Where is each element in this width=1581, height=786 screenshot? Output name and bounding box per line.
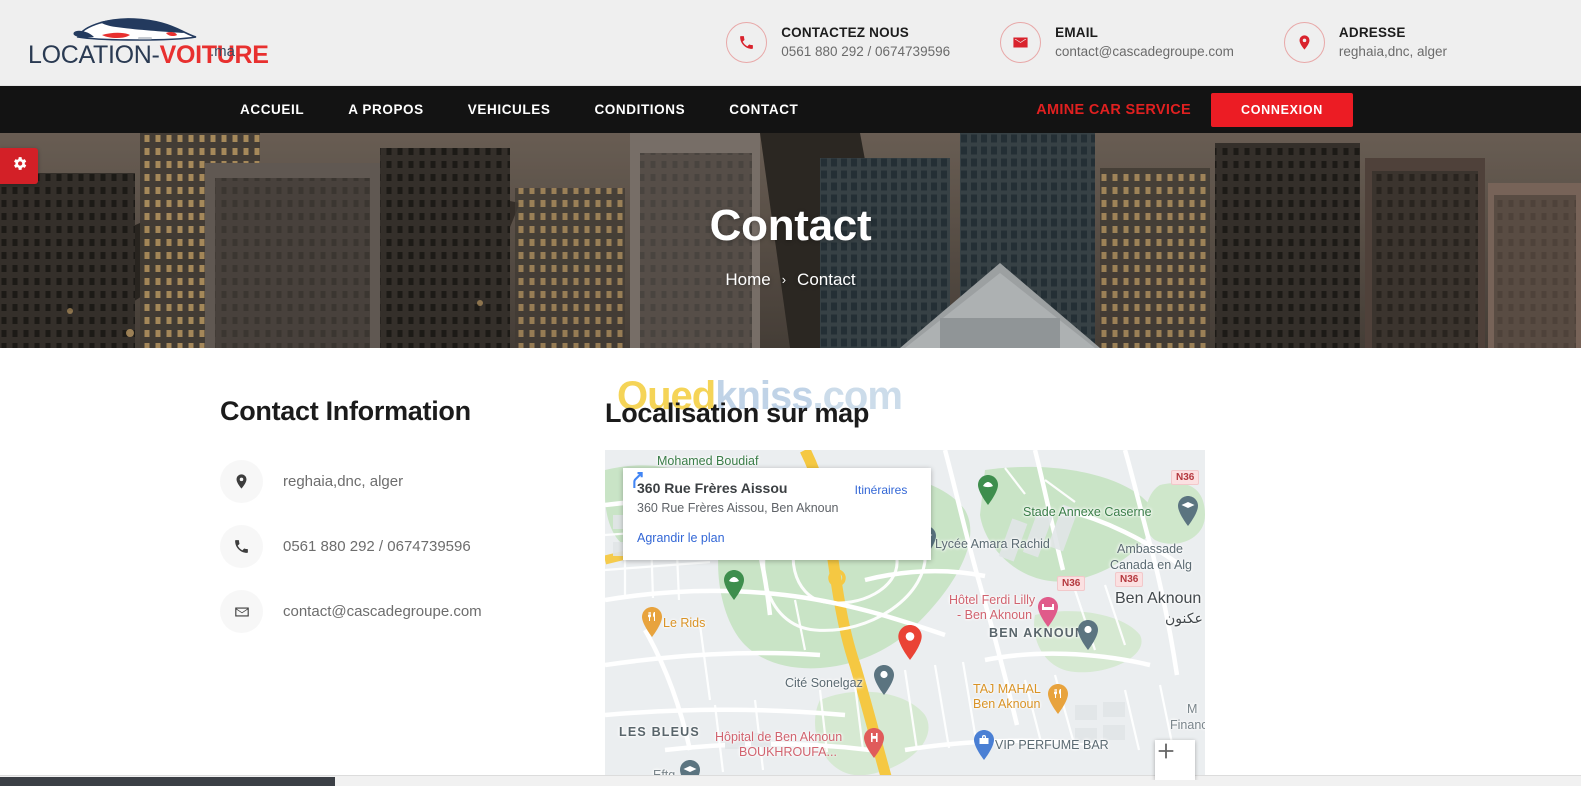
contact-info-phone-text: 0561 880 292 / 0674739596 [283,537,471,555]
login-button[interactable]: CONNEXION [1210,92,1353,127]
topbar-email-value: contact@cascadegroupe.com [1055,43,1234,59]
logo-tld: .ma [210,43,236,60]
topbar-address-value: reghaia,dnc, alger [1338,43,1447,59]
hospital-pin-benaknoun[interactable] [863,728,885,758]
envelope-icon [220,590,263,633]
park-pin-west[interactable] [723,570,745,600]
main-navigation: ACCUEIL A PROPOS VEHICULES CONDITIONS CO… [0,86,1581,133]
car-icon [64,15,234,45]
company-name-label: AMINE CAR SERVICE [1036,101,1191,118]
topbar-contact-blocks: CONTACTEZ NOUS 0561 880 292 / 0674739596… [726,22,1557,63]
place-pin-benaknoun[interactable] [1077,620,1099,650]
google-map[interactable]: Mohamed Boudiaf Stade Annexe Caserne Lyc… [605,450,1205,780]
topbar-phone-title: CONTACTEZ NOUS [781,25,909,41]
page-title: Contact [709,200,872,250]
road-badge-n36: N36 [1171,470,1200,485]
breadcrumb-home[interactable]: Home [725,270,770,290]
contact-information-heading: Contact Information [220,396,471,426]
nav-item-contact[interactable]: CONTACT [707,102,820,117]
road-badge-n36: N36 [1057,576,1086,591]
phone-icon [726,22,768,63]
contact-info-email-text: contact@cascadegroupe.com [283,602,482,620]
restaurant-pin-tajmahal[interactable] [1047,684,1069,714]
nav-item-conditions[interactable]: CONDITIONS [572,102,707,117]
site-logo[interactable]: LOCATION-VOITURE .ma [28,15,328,70]
contact-information-section: Contact Information reghaia,dnc, alger 0… [220,396,560,633]
directions-label: Itinéraires [854,483,908,497]
breadcrumb-current: Contact [797,269,856,289]
contact-information-list: reghaia,dnc, alger 0561 880 292 / 067473… [220,460,560,633]
topbar-email-title: EMAIL [1055,25,1099,41]
topbar-block-phone[interactable]: CONTACTEZ NOUS 0561 880 292 / 0674739596 [726,22,950,63]
contact-info-phone-row: 0561 880 292 / 0674739596 [220,525,560,568]
breadcrumb-separator-icon: › [781,272,787,287]
map-info-title: 360 Rue Frères Aissou [637,480,788,496]
map-info-address: 360 Rue Frères Aissou, Ben Aknoun [637,501,839,515]
envelope-icon [1000,22,1042,63]
breadcrumb: Home › Contact [725,270,855,290]
hotel-pin-ferdi[interactable] [1037,597,1059,627]
nav-item-vehicules[interactable]: VEHICULES [446,102,573,117]
map-section-heading: Localisation sur map [605,398,870,428]
nav-item-accueil[interactable]: ACCUEIL [218,102,326,117]
main-location-pin[interactable] [897,625,923,660]
map-pin-icon [1283,22,1325,63]
topbar-address-title: ADRESSE [1338,25,1406,41]
expand-map-link[interactable]: Agrandir le plan [637,531,725,545]
topbar-block-email[interactable]: EMAIL contact@cascadegroupe.com [1000,22,1234,63]
contact-info-address-row: reghaia,dnc, alger [220,460,560,503]
top-contact-bar: LOCATION-VOITURE .ma CONTACTEZ NOUS 0561… [0,0,1581,86]
map-info-card[interactable]: 360 Rue Frères Aissou 360 Rue Frères Ais… [623,468,931,560]
settings-tab-button[interactable] [0,148,38,184]
contact-info-address-text: reghaia,dnc, alger [283,472,404,490]
shop-pin-vipperfume[interactable] [973,730,995,760]
nav-right-group: AMINE CAR SERVICE CONNEXION [1036,92,1581,127]
contact-info-email-row: contact@cascadegroupe.com [220,590,560,633]
horizontal-scrollbar-thumb[interactable] [0,777,335,786]
horizontal-scrollbar[interactable] [0,775,1581,786]
nav-item-a-propos[interactable]: A PROPOS [326,102,446,117]
phone-icon [220,525,263,568]
map-zoom-in-button[interactable] [1155,740,1195,780]
gear-icon [11,155,28,177]
directions-button[interactable]: Itinéraires [633,472,917,497]
nav-links: ACCUEIL A PROPOS VEHICULES CONDITIONS CO… [218,102,820,117]
road-badge-n36: N36 [1115,572,1144,587]
place-pin-sonelgaz[interactable] [873,665,895,695]
park-pin-north[interactable] [977,475,999,505]
restaurant-pin-lerids[interactable] [641,607,663,637]
map-pin-icon [220,460,263,503]
map-section: Ouedkniss.com Localisation sur map Moham… [605,374,1205,780]
topbar-phone-value: 0561 880 292 / 0674739596 [781,43,951,59]
main-content: Contact Information reghaia,dnc, alger 0… [0,348,1581,786]
page-hero: Contact Home › Contact [0,133,1581,348]
school-pin-east[interactable] [1177,496,1199,526]
topbar-block-address[interactable]: ADRESSE reghaia,dnc, alger [1283,22,1447,63]
